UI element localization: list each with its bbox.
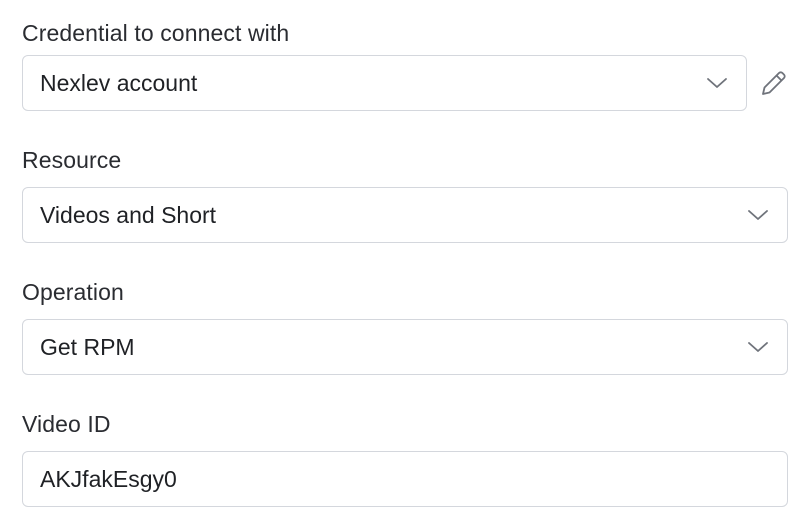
video-id-input[interactable]: AKJfakEsgy0 <box>22 451 788 507</box>
resource-label: Resource <box>22 147 122 173</box>
operation-select[interactable]: Get RPM <box>22 319 788 375</box>
chevron-down-icon <box>747 208 769 222</box>
operation-label: Operation <box>22 279 124 305</box>
chevron-down-icon <box>706 76 728 90</box>
chevron-down-icon <box>747 340 769 354</box>
resource-select[interactable]: Videos and Short <box>22 187 788 243</box>
pencil-icon[interactable] <box>759 68 789 98</box>
credential-select[interactable]: Nexlev account <box>22 55 747 111</box>
credential-label: Credential to connect with <box>22 20 290 46</box>
resource-select-value: Videos and Short <box>40 201 217 228</box>
video-id-input-value: AKJfakEsgy0 <box>40 465 177 492</box>
credential-select-value: Nexlev account <box>40 69 198 96</box>
operation-select-value: Get RPM <box>40 333 135 360</box>
video-id-label: Video ID <box>22 411 111 437</box>
